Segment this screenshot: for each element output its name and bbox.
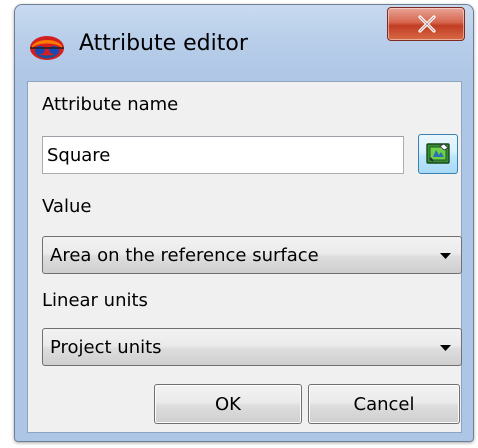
chevron-down-icon [440, 253, 451, 259]
close-button[interactable] [387, 7, 465, 41]
value-dropdown[interactable]: Area on the reference surface [42, 236, 462, 274]
ok-button[interactable]: OK [154, 384, 302, 424]
title-bar[interactable]: Attribute editor [15, 5, 473, 79]
value-label: Value [42, 196, 92, 217]
chevron-down-icon [440, 345, 451, 351]
linear-units-label: Linear units [42, 290, 148, 311]
value-selected: Area on the reference surface [50, 245, 319, 266]
attribute-editor-dialog: Attribute editor Attribute name Value Ar… [14, 4, 474, 442]
close-icon [418, 15, 436, 33]
dialog-content: Attribute name Value Area on the referen… [27, 81, 462, 433]
linear-units-selected: Project units [50, 337, 162, 358]
pick-attribute-button[interactable] [418, 134, 458, 174]
linear-units-dropdown[interactable]: Project units [42, 328, 462, 366]
attribute-name-label: Attribute name [42, 94, 179, 115]
pick-attribute-icon [426, 143, 450, 164]
window-title: Attribute editor [79, 31, 248, 56]
attribute-name-input[interactable] [42, 136, 404, 174]
cancel-button[interactable]: Cancel [308, 384, 460, 424]
app-globe-icon [27, 33, 67, 63]
